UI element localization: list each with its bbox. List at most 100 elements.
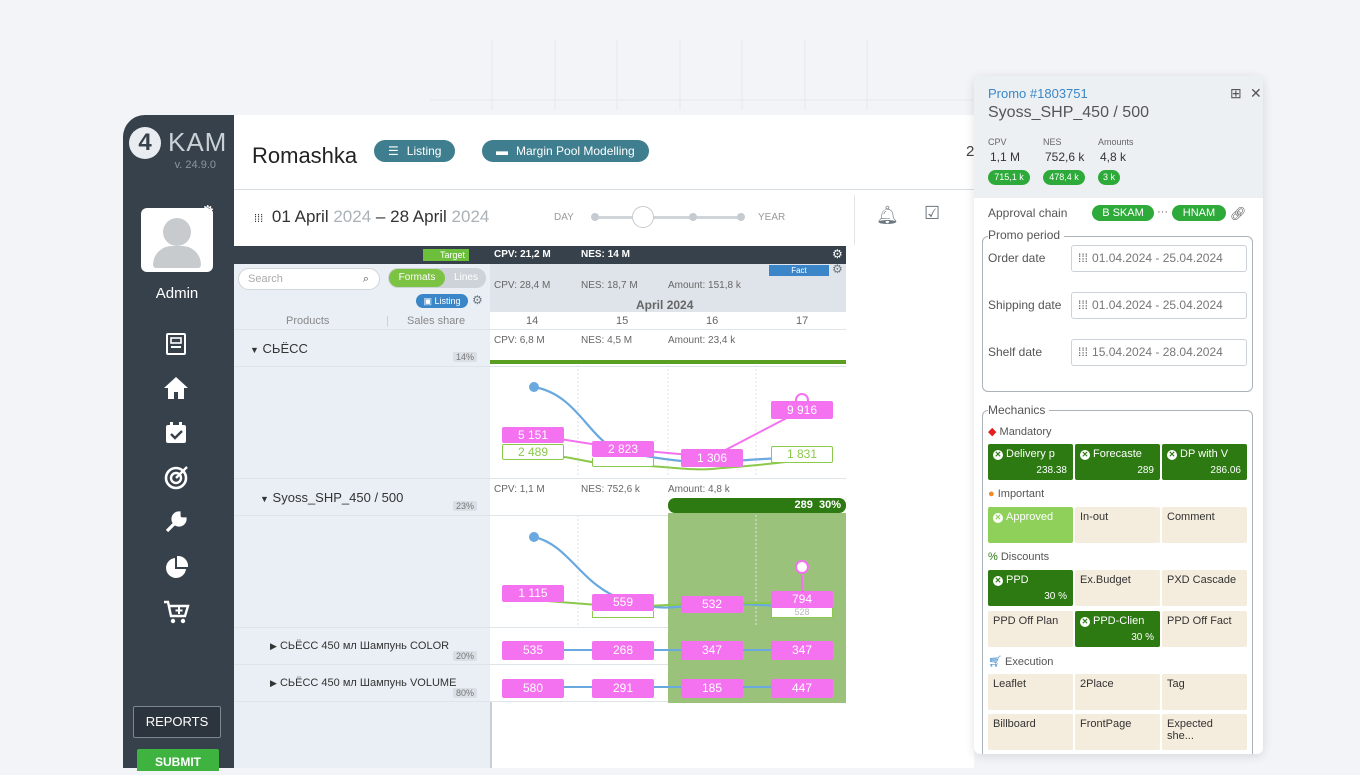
listing-button[interactable]: ☰ Listing (374, 140, 456, 162)
mech-ex-budget[interactable]: Ex.Budget (1075, 570, 1160, 606)
period-display[interactable]: ⁞⁞⁞ 01 April 2024 – 28 April 2024 (254, 207, 489, 227)
promo-syoss-row[interactable]: ▼ Syoss_SHP_450 / 500 (260, 490, 403, 505)
mech-ppd-off-fact[interactable]: PPD Off Fact (1162, 611, 1247, 647)
g1-green-17: 1 831 (771, 446, 833, 463)
mech-forecast[interactable]: ✕ Forecaste 289 (1075, 444, 1160, 480)
reports-button[interactable]: REPORTS (133, 706, 221, 738)
mech-leaflet[interactable]: Leaflet (988, 674, 1073, 710)
mech-tag[interactable]: Tag (1162, 674, 1247, 710)
mech-ppd-client[interactable]: ✕ PPD-Clien 30 % (1075, 611, 1160, 647)
close-icon[interactable]: ✕ (1250, 85, 1262, 102)
mech-forecast-name: Forecaste (1093, 448, 1142, 460)
cart-plus-icon[interactable] (161, 599, 191, 629)
tag-icon: ◆ (988, 426, 997, 438)
period-dash: – (375, 207, 386, 226)
approver-hnam[interactable]: HNAM (1172, 205, 1226, 221)
checklist-icon[interactable]: ☑︎ (924, 203, 940, 224)
zoom-slider-track[interactable] (594, 216, 742, 219)
mech-in-out[interactable]: In-out (1075, 507, 1160, 543)
shelf-date-input[interactable]: ⁞⁞⁞ 15.04.2024 - 28.04.2024 (1071, 339, 1247, 366)
link-icon[interactable]: 🔗︎ (1230, 206, 1247, 222)
zoom-slider-handle[interactable] (632, 206, 654, 228)
order-date-value: 01.04.2024 - 25.04.2024 (1092, 251, 1223, 265)
day-17: 17 (796, 315, 809, 327)
nes-fact: NES: 18,7 M (581, 280, 638, 291)
mech-dp-name: DP with V (1180, 448, 1229, 460)
nes-value: 752,6 k (1045, 150, 1085, 164)
lock-icon: ▣ (423, 296, 432, 306)
cpv-target: CPV: 21,2 M (494, 249, 551, 260)
pie-chart-icon[interactable] (161, 555, 191, 585)
mech-expected-shelf[interactable]: Expected she... (1162, 714, 1247, 750)
calendar-icon: ⁞⁞⁞ (1078, 251, 1089, 265)
mech-ppd-value: 30 % (1044, 591, 1067, 602)
mech-forecast-value: 289 (1137, 465, 1154, 476)
remove-icon: ✕ (1080, 450, 1090, 460)
calendar-check-icon[interactable] (161, 420, 191, 450)
nes-target: NES: 14 M (581, 249, 630, 260)
mech-approved[interactable]: ✕ Approved (988, 507, 1073, 543)
period-end: 28 April (390, 207, 447, 226)
g2-label-14: 1 115 (502, 585, 564, 602)
grid-view-icon[interactable]: ⊞ (1230, 85, 1242, 102)
promo-id-link[interactable]: Promo #1803751 (988, 86, 1088, 101)
target-icon[interactable] (161, 465, 191, 495)
listing-chip[interactable]: ▣ Listing (416, 294, 468, 308)
profile-settings-icon[interactable]: ⚙ (201, 202, 214, 220)
listing-settings-icon[interactable]: ⚙ (472, 293, 483, 307)
order-date-input[interactable]: ⁞⁞⁞ 01.04.2024 - 25.04.2024 (1071, 245, 1247, 272)
sub-row-color[interactable]: ▶ СЬЁСС 450 мл Шампунь COLOR (270, 640, 449, 652)
bell-icon[interactable]: 🔔︎ (876, 205, 899, 226)
mech-2place[interactable]: 2Place (1075, 674, 1160, 710)
promo-panel: Promo #1803751 Syoss_SHP_450 / 500 ⊞ ✕ C… (974, 76, 1263, 754)
mechanics-label: Mechanics (988, 403, 1050, 417)
home-icon[interactable] (161, 375, 191, 405)
shipping-date-value: 01.04.2024 - 25.04.2024 (1092, 298, 1223, 312)
day-16: 16 (706, 315, 719, 327)
promo-syoss-share: 23% (453, 501, 478, 511)
mech-pxd-cascade[interactable]: PXD Cascade (1162, 570, 1247, 606)
lines-option[interactable]: Lines (448, 269, 484, 287)
shipping-date-input[interactable]: ⁞⁞⁞ 01.04.2024 - 25.04.2024 (1071, 292, 1247, 319)
mech-billboard[interactable]: Billboard (988, 714, 1073, 750)
approver-bskam[interactable]: B SKAM (1092, 205, 1154, 221)
calendar-icon: ⁞⁞⁞ (1078, 298, 1089, 312)
mech-dp-with-v[interactable]: ✕ DP with V 286.06 (1162, 444, 1247, 480)
mech-comment[interactable]: Comment (1162, 507, 1247, 543)
g1-label-14: 5 151 (502, 427, 564, 443)
caret-down-icon: ▼ (260, 494, 269, 504)
mech-ppd[interactable]: ✕ PPD 30 % (988, 570, 1073, 606)
shelf-date-value: 15.04.2024 - 28.04.2024 (1092, 345, 1223, 359)
search-input[interactable]: Search ⌕ (238, 268, 380, 290)
sub2-label-15: 291 (592, 679, 654, 698)
month-header: April 2024 (636, 298, 693, 312)
logo-text: KAM (168, 127, 228, 157)
g2-green-15 (592, 611, 654, 618)
formats-lines-toggle[interactable]: Formats Lines (388, 268, 486, 288)
sub-row-volume[interactable]: ▶ СЬЁСС 450 мл Шампунь VOLUME (270, 677, 456, 689)
mech-delivery[interactable]: ✕ Delivery p 238.38 (988, 444, 1073, 480)
caret-right-icon: ▶ (270, 678, 277, 688)
target-settings-icon[interactable]: ⚙ (832, 247, 843, 261)
sub-row-volume-label: СЬЁСС 450 мл Шампунь VOLUME (279, 677, 457, 689)
discounts-label: Discounts (1000, 551, 1050, 563)
wrench-icon[interactable] (161, 509, 191, 539)
calendar-icon: ⁞⁞⁞ (1078, 345, 1089, 359)
amounts-label: Amounts (1098, 137, 1134, 147)
col-products[interactable]: Products (286, 315, 329, 327)
cpv-value: 1,1 M (990, 150, 1021, 164)
col-sales-share[interactable]: Sales share (407, 315, 465, 327)
margin-pool-button[interactable]: ▬ Margin Pool Modelling (482, 140, 649, 162)
mech-approved-name: Approved (1006, 511, 1054, 523)
caret-down-icon: ▼ (250, 345, 259, 355)
group-syoss-row[interactable]: ▼ СЬЁСС (250, 341, 308, 356)
fact-settings-icon[interactable]: ⚙ (832, 262, 843, 276)
col-divider: | (386, 315, 389, 327)
sub1-label-15: 268 (592, 641, 654, 660)
g1-green-15 (592, 458, 654, 467)
formats-option[interactable]: Formats (389, 269, 445, 287)
mech-frontpage[interactable]: FrontPage (1075, 714, 1160, 750)
sub1-label-14: 535 (502, 641, 564, 660)
clipboard-icon[interactable] (161, 331, 191, 361)
mech-ppd-off-plan[interactable]: PPD Off Plan (988, 611, 1073, 647)
